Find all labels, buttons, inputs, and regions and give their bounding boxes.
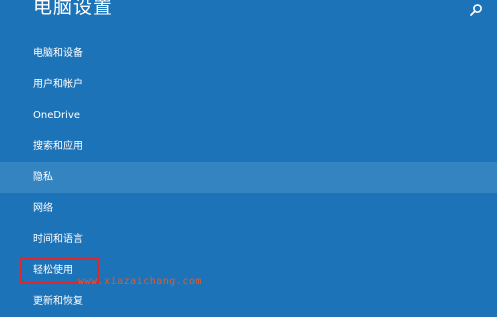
nav-item-time-and-language[interactable]: 时间和语言 <box>0 224 497 255</box>
nav-item-label: 电脑和设备 <box>33 48 83 59</box>
nav-item-update-and-recovery[interactable]: 更新和恢复 <box>0 286 497 317</box>
nav-item-search-and-apps[interactable]: 搜索和应用 <box>0 131 497 162</box>
nav-item-label: 网络 <box>33 203 53 214</box>
nav-item-onedrive[interactable]: OneDrive <box>0 100 497 131</box>
nav-item-label: 时间和语言 <box>33 234 83 245</box>
nav-item-network[interactable]: 网络 <box>0 193 497 224</box>
nav-item-label: 更新和恢复 <box>33 296 83 307</box>
nav-item-pc-and-devices[interactable]: 电脑和设备 <box>0 38 497 69</box>
nav-item-label: OneDrive <box>33 110 81 121</box>
nav-item-accounts[interactable]: 用户和帐户 <box>0 69 497 100</box>
nav-item-label: 用户和帐户 <box>33 79 83 90</box>
nav-item-label: 搜索和应用 <box>33 141 83 152</box>
watermark: www.xiazaichang.com <box>78 276 202 287</box>
nav-item-privacy[interactable]: 隐私 <box>0 162 497 193</box>
search-icon[interactable] <box>469 2 483 16</box>
header: 电脑设置 <box>0 0 497 30</box>
page-title: 电脑设置 <box>33 0 114 18</box>
nav-item-label: 隐私 <box>33 172 53 183</box>
